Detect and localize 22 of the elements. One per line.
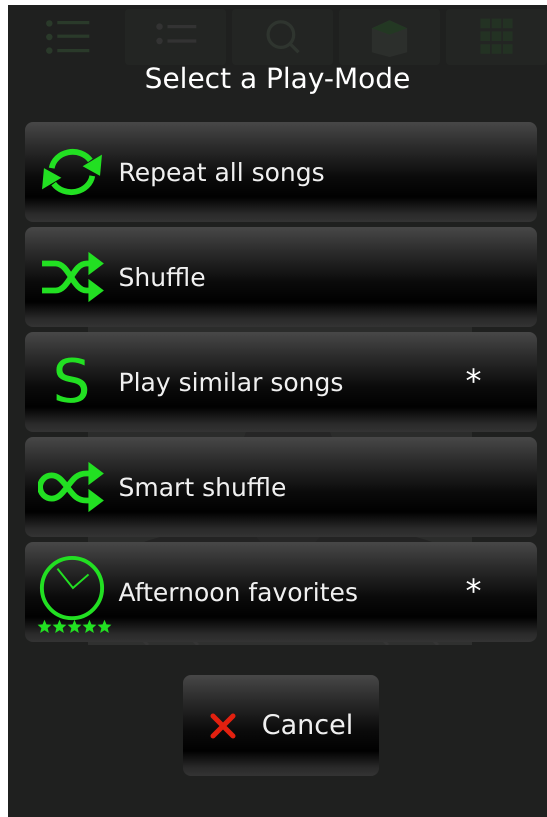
star-icon: [66, 619, 82, 634]
star-icon: [36, 619, 52, 634]
play-mode-option[interactable]: Repeat all songs: [24, 122, 536, 222]
asterisk-marker: *: [466, 572, 482, 610]
close-icon: [208, 710, 238, 740]
option-label: Smart shuffle: [118, 472, 288, 504]
play-mode-option[interactable]: S Play similar songs *: [24, 332, 536, 432]
cancel-button[interactable]: Cancel: [182, 675, 378, 776]
dialog-title: Select a Play-Mode: [144, 61, 410, 97]
star-icon: [82, 619, 96, 634]
option-label: Shuffle: [118, 262, 207, 294]
star-icon: [96, 619, 112, 634]
cube-icon[interactable]: [339, 9, 440, 65]
star-icon: [52, 619, 66, 634]
play-mode-option[interactable]: Afternoon favorites *: [24, 542, 536, 642]
asterisk-marker: *: [466, 362, 482, 400]
option-label: Play similar songs: [118, 366, 344, 398]
play-mode-option[interactable]: Smart shuffle: [24, 437, 536, 537]
play-mode-option[interactable]: Shuffle: [24, 227, 536, 327]
option-label: Afternoon favorites: [118, 576, 358, 608]
letter-icon: S: [52, 350, 91, 414]
option-label: Repeat all songs: [118, 156, 326, 188]
